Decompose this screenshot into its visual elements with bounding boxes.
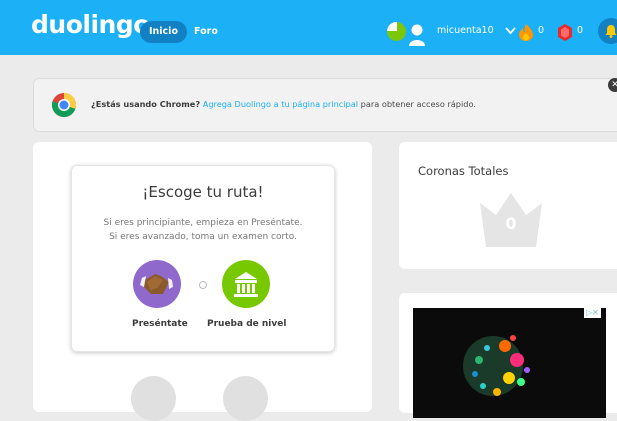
duolingo-logo[interactable]: duolingo — [31, 10, 150, 39]
notifications-button[interactable] — [598, 18, 617, 44]
option-separator — [199, 281, 207, 289]
nav-home-button[interactable]: Inicio — [140, 21, 187, 43]
banner-rest-text: para obtener acceso rápido. — [360, 99, 476, 109]
chevron-down-icon[interactable] — [504, 24, 517, 37]
locked-skill-icon — [131, 376, 176, 421]
locked-skill-icon — [223, 376, 268, 421]
institution-icon — [234, 272, 258, 297]
streak-count: 0 — [538, 25, 545, 36]
username-label[interactable]: micuenta10 — [437, 25, 494, 36]
add-duolingo-link[interactable]: Agrega Duolingo a tu página principal — [203, 99, 358, 109]
advertisement-image[interactable] — [413, 308, 606, 418]
gems-count: 0 — [577, 25, 584, 36]
route-description-line-1: Si eres principiante, empieza en Presént… — [103, 218, 303, 228]
handshake-icon — [140, 274, 173, 294]
placement-test-button[interactable] — [222, 260, 270, 308]
bell-icon — [605, 25, 617, 38]
close-icon[interactable]: ✕ — [608, 78, 617, 92]
banner-text: ¿Estás usando Chrome? Agrega Duolingo a … — [91, 99, 476, 109]
banner-bold-text: ¿Estás usando Chrome? — [91, 99, 201, 109]
adchoices-icon[interactable]: ▷✕ — [584, 308, 601, 318]
gem-icon[interactable] — [557, 24, 573, 41]
streak-flame-icon[interactable] — [518, 24, 534, 41]
advertisement-card: ▷✕ — [399, 293, 617, 418]
introduce-yourself-button[interactable] — [133, 260, 181, 308]
avatar-icon[interactable] — [408, 24, 426, 46]
total-crowns-card: Coronas Totales 0 — [399, 142, 617, 269]
crowns-count: 0 — [505, 214, 517, 233]
crowns-title: Coronas Totales — [418, 164, 509, 178]
choose-route-card: ¡Escoge tu ruta! Si eres principiante, e… — [71, 165, 335, 352]
route-title: ¡Escoge tu ruta! — [142, 183, 264, 201]
placement-test-label[interactable]: Prueba de nivel — [207, 319, 286, 329]
chrome-logo-icon — [52, 93, 76, 117]
introduce-yourself-label[interactable]: Preséntate — [132, 319, 188, 329]
top-navigation-bar: duolingo Inicio Foro micuenta10 0 0 — [0, 0, 617, 55]
route-description-line-2: Si eres avanzado, toma un examen corto. — [109, 232, 297, 242]
language-flag-icon[interactable] — [387, 22, 406, 41]
chrome-promo-banner: ¿Estás usando Chrome? Agrega Duolingo a … — [33, 78, 617, 132]
nav-forum-button[interactable]: Foro — [185, 21, 227, 43]
route-description: Si eres principiante, empieza en Presént… — [72, 216, 334, 244]
